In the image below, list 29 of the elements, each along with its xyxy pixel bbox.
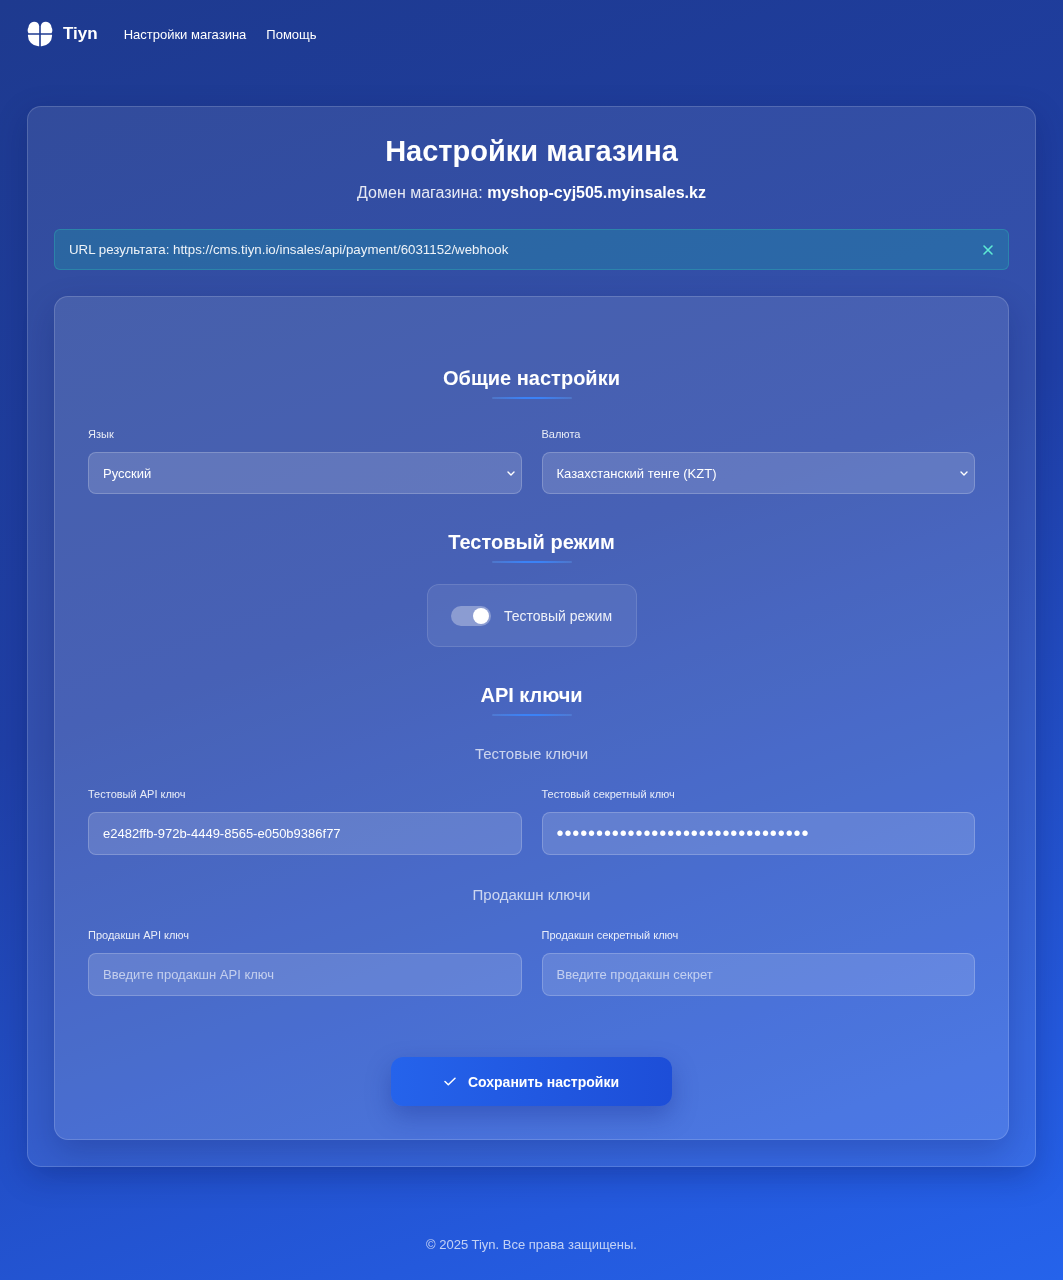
toggle-switch[interactable] (451, 605, 491, 626)
select-field[interactable]: Казахстанский тенге (KZT) (541, 452, 975, 494)
alert-text: URL результата: https://cms.tiyn.io/insales/api/payment/6031152/webhook (69, 242, 509, 257)
field-label: Тестовый секретный ключ (541, 787, 675, 801)
close-icon (982, 243, 994, 256)
logo-icon (27, 21, 53, 47)
nav-link[interactable]: Настройки магазина (123, 26, 247, 42)
field-label: Валюта (541, 427, 581, 441)
group-subtitle: Продакшн ключи (472, 885, 591, 905)
field-label: Тестовый API ключ (88, 787, 186, 801)
save-button[interactable]: Сохранить настройки (390, 1057, 673, 1106)
field-label: Продакшн секретный ключ (541, 928, 679, 942)
toggle-label: Тестовый режим (504, 607, 612, 624)
nav-link[interactable]: Помощь (266, 26, 317, 42)
page-title: Настройки магазина (385, 134, 678, 168)
shop-domain-text: Домен магазина: myshop-cyj505.myinsales.kz (357, 183, 706, 203)
field-label: Продакшн API ключ (88, 928, 190, 942)
chevron-down-icon (960, 470, 968, 476)
group-subtitle: Тестовые ключи (474, 744, 589, 764)
section-title: API ключи (480, 683, 583, 708)
check-icon (443, 1077, 456, 1086)
copyright-text: © 2025 Tiyn. Все права защищены. (426, 1236, 637, 1254)
section-title: Общие настройки (443, 366, 620, 391)
brand-name: Tiyn (63, 24, 98, 44)
select-field[interactable]: Русский (88, 452, 522, 494)
chevron-down-icon (506, 470, 515, 476)
close-button[interactable] (982, 243, 994, 256)
field-label: Язык (88, 427, 114, 441)
section-title: Тестовый режим (448, 530, 615, 555)
